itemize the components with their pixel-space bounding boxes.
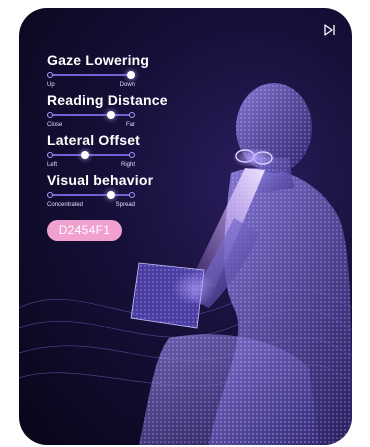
slider-thumb[interactable]: [107, 111, 115, 119]
slider-group-gaze-lowering: Gaze Lowering Up Down: [47, 52, 177, 92]
skip-button[interactable]: [320, 20, 340, 40]
visual-behavior-slider[interactable]: [47, 190, 135, 200]
slider-min-label: Left: [47, 162, 58, 168]
slider-thumb[interactable]: [80, 151, 89, 159]
slider-stop-start: [47, 72, 53, 78]
slider-stop-start: [47, 152, 53, 158]
slider-max-label: Down: [119, 82, 135, 88]
slider-thumb[interactable]: [127, 71, 135, 79]
reading-distance-slider[interactable]: [47, 110, 135, 120]
slider-track: [47, 194, 135, 196]
slider-max-label: Spread: [115, 202, 135, 208]
slider-stop-end: [129, 152, 135, 158]
gaze-lowering-slider[interactable]: [47, 70, 135, 80]
code-badge-button[interactable]: D2454F1: [47, 220, 122, 241]
slider-group-visual-behavior: Visual behavior Concentrated Spread: [47, 172, 177, 212]
slider-stop-start: [47, 112, 53, 118]
slider-stop-end: [129, 112, 135, 118]
slider-range-labels: Concentrated Spread: [47, 201, 135, 210]
lateral-offset-slider[interactable]: [47, 150, 135, 160]
slider-track: [47, 114, 135, 116]
slider-title: Reading Distance: [47, 92, 168, 108]
slider-group-lateral-offset: Lateral Offset Left Right: [47, 132, 177, 172]
slider-title: Lateral Offset: [47, 132, 141, 148]
slider-track: [47, 74, 135, 76]
slider-stop-start: [47, 192, 53, 198]
slider-range-labels: Up Down: [47, 81, 135, 90]
slider-thumb[interactable]: [107, 191, 115, 199]
adjustment-panel: Gaze Lowering Up Down Reading Distance C…: [47, 52, 177, 212]
skip-forward-icon: [324, 24, 335, 36]
slider-max-label: Far: [126, 122, 135, 128]
slider-range-labels: Close Far: [47, 121, 135, 130]
slider-min-label: Close: [47, 122, 63, 128]
slider-group-reading-distance: Reading Distance Close Far: [47, 92, 177, 132]
device-frame: Gaze Lowering Up Down Reading Distance C…: [19, 8, 352, 445]
slider-title: Visual behavior: [47, 172, 154, 188]
slider-min-label: Concentrated: [47, 202, 84, 208]
slider-min-label: Up: [47, 82, 55, 88]
slider-track: [47, 154, 135, 156]
slider-range-labels: Left Right: [47, 161, 135, 170]
slider-max-label: Right: [120, 162, 135, 168]
slider-title: Gaze Lowering: [47, 52, 150, 68]
slider-stop-end: [129, 192, 135, 198]
